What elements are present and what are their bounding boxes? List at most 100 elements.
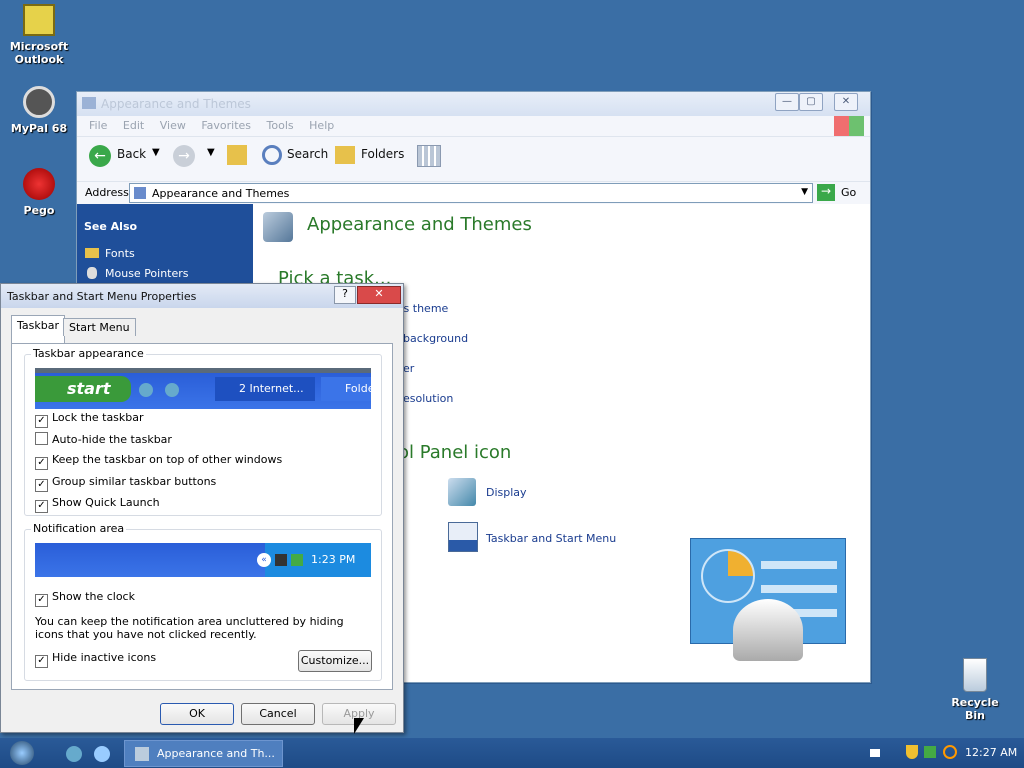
pego-icon — [23, 168, 55, 200]
sidebar-item-mouse-pointers[interactable]: Mouse Pointers — [105, 267, 189, 280]
taskbar-task-appearance[interactable]: Appearance and Th... — [124, 740, 283, 767]
sidebar-item-fonts[interactable]: Fonts — [105, 247, 135, 260]
help-button[interactable]: ? — [334, 286, 356, 304]
ie-icon[interactable] — [94, 746, 110, 762]
taskbar-properties-dialog[interactable]: Taskbar and Start Menu Properties ? ✕ Ta… — [0, 283, 404, 733]
search-icon[interactable] — [262, 145, 282, 165]
standard-toolbar: ← Back ▼ → ▼ Search Folders — [77, 137, 870, 182]
task-link-background[interactable]: background — [403, 332, 468, 345]
chevron-down-icon[interactable]: ▼ — [152, 147, 160, 158]
desktop-icon-mypal[interactable]: MyPal 68 — [4, 86, 74, 135]
views-icon[interactable] — [417, 145, 441, 167]
menu-edit[interactable]: Edit — [123, 116, 144, 136]
raccoon-icon — [23, 86, 55, 118]
preview-task-2: Folde — [321, 377, 371, 401]
show-clock-checkbox[interactable]: ✓ Show the clock — [35, 590, 135, 607]
go-button[interactable]: Go — [841, 186, 856, 199]
folders-icon[interactable] — [335, 146, 355, 164]
back-button[interactable]: Back — [117, 147, 146, 161]
cancel-button[interactable]: Cancel — [241, 703, 315, 725]
address-input[interactable]: Appearance and Themes ▼ — [129, 183, 813, 203]
quick-launch-checkbox[interactable]: ✓ Show Quick Launch — [35, 496, 160, 513]
desktop-icon-pego[interactable]: Pego — [4, 168, 74, 217]
explorer-titlebar[interactable]: Appearance and Themes — ▢ ✕ — [77, 92, 870, 116]
bar-icon — [761, 585, 837, 593]
checkbox-box[interactable]: ✓ — [35, 594, 48, 607]
back-arrow-icon[interactable]: ← — [89, 145, 111, 167]
windows-taskbar: Appearance and Th... 12:27 AM — [0, 738, 1024, 768]
checkbox-box[interactable]: ✓ — [35, 500, 48, 513]
menu-view[interactable]: View — [160, 116, 186, 136]
search-icon[interactable] — [943, 745, 957, 759]
menu-favorites[interactable]: Favorites — [201, 116, 251, 136]
chevron-down-icon[interactable]: ▼ — [801, 187, 808, 197]
desktop-icon-recycle-bin[interactable]: Recycle Bin — [940, 658, 1010, 722]
pie-chart-icon — [701, 549, 755, 603]
auto-hide-checkbox[interactable]: Auto-hide the taskbar — [35, 432, 172, 446]
ok-button[interactable]: OK — [160, 703, 234, 725]
ie-icon — [139, 383, 153, 397]
windows-flag-icon — [834, 116, 864, 136]
search-button[interactable]: Search — [287, 147, 328, 161]
tray-preview: « 1:23 PM — [35, 543, 371, 577]
minimize-button[interactable]: — — [775, 93, 799, 111]
task-link-resolution[interactable]: esolution — [403, 392, 453, 405]
mouse-icon — [87, 267, 97, 279]
checkbox-label: Keep the taskbar on top of other windows — [52, 453, 283, 466]
ie-icon — [165, 383, 179, 397]
display-link[interactable]: Display — [486, 486, 527, 499]
tab-start-menu[interactable]: Start Menu — [63, 318, 136, 336]
checkbox-box[interactable] — [35, 432, 48, 445]
lock-taskbar-checkbox[interactable]: ✓ Lock the taskbar — [35, 411, 144, 428]
checkbox-box[interactable]: ✓ — [35, 655, 48, 668]
notification-area-group: Notification area « 1:23 PM ✓ Show the cl… — [24, 522, 382, 681]
recycle-bin-icon — [963, 658, 987, 692]
window-title: Appearance and Themes — [101, 97, 251, 111]
up-folder-icon[interactable] — [227, 145, 247, 165]
taskbar-start-menu-link[interactable]: Taskbar and Start Menu — [486, 532, 616, 545]
start-button-preview: start — [35, 376, 131, 402]
customize-button[interactable]: Customize... — [298, 650, 372, 672]
desktop-icon-label: Recycle Bin — [951, 696, 999, 722]
chevron-left-icon: « — [257, 553, 271, 567]
shield-icon[interactable] — [906, 745, 918, 759]
checkbox-box[interactable]: ✓ — [35, 479, 48, 492]
maximize-button[interactable]: ▢ — [799, 93, 823, 111]
chevron-down-icon[interactable]: ▼ — [207, 147, 215, 158]
desktop-icon-outlook[interactable]: Microsoft Outlook — [4, 4, 74, 66]
category-heading: Appearance and Themes — [307, 214, 532, 235]
go-arrow-icon[interactable]: → — [817, 184, 835, 201]
task-link-screensaver[interactable]: er — [403, 362, 414, 375]
dialog-titlebar[interactable]: Taskbar and Start Menu Properties ? ✕ — [1, 284, 403, 308]
ie-icon[interactable] — [66, 746, 82, 762]
hide-inactive-checkbox[interactable]: ✓ Hide inactive icons — [35, 651, 156, 668]
checkbox-box[interactable]: ✓ — [35, 457, 48, 470]
menu-file[interactable]: File — [89, 116, 107, 136]
network-icon — [275, 554, 287, 566]
checkbox-label: Lock the taskbar — [52, 411, 144, 424]
close-button[interactable]: ✕ — [834, 93, 858, 111]
group-buttons-checkbox[interactable]: ✓ Group similar taskbar buttons — [35, 475, 216, 492]
keep-on-top-checkbox[interactable]: ✓ Keep the taskbar on top of other window… — [35, 453, 283, 470]
menu-tools[interactable]: Tools — [267, 116, 294, 136]
folder-icon — [85, 248, 99, 258]
address-label: Address — [85, 186, 129, 199]
checkbox-label: Auto-hide the taskbar — [52, 433, 172, 446]
display-icon — [448, 478, 476, 506]
taskbar-clock[interactable]: 12:27 AM — [965, 746, 1017, 759]
folders-button[interactable]: Folders — [361, 147, 404, 161]
preview-task-1: 2 Internet... — [215, 377, 315, 401]
tab-taskbar[interactable]: Taskbar — [11, 315, 65, 343]
checkbox-box[interactable]: ✓ — [35, 415, 48, 428]
taskbar-appearance-group: Taskbar appearance start 2 Internet... F… — [24, 347, 382, 516]
keyboard-icon[interactable] — [870, 749, 880, 757]
close-button[interactable]: ✕ — [357, 286, 401, 304]
checkbox-label: Show Quick Launch — [52, 496, 160, 509]
taskbar-tab-panel: Taskbar appearance start 2 Internet... F… — [11, 343, 393, 690]
appearance-watermark-icon — [690, 538, 846, 661]
group-label: Notification area — [31, 522, 127, 535]
forward-arrow-icon[interactable]: → — [173, 145, 195, 167]
network-icon[interactable] — [924, 746, 936, 758]
start-orb-icon[interactable] — [10, 741, 34, 765]
menu-help[interactable]: Help — [309, 116, 334, 136]
